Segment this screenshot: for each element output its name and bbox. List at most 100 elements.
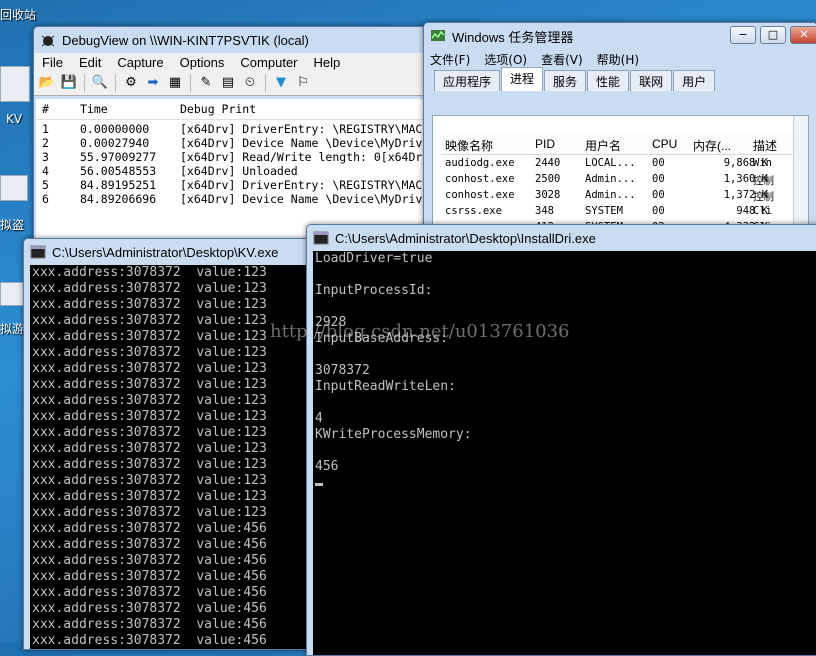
tab-users[interactable]: 用户 [673, 70, 716, 91]
console-line: InputReadWriteLen: [315, 379, 456, 394]
col-memory-header[interactable]: 内存(... [693, 137, 731, 154]
menu-edit[interactable]: Edit [71, 55, 109, 70]
filter-icon[interactable]: ▼ [272, 74, 290, 92]
tab-performance[interactable]: 性能 [587, 70, 630, 91]
console-line: xxx.address:3078372 value:123 [32, 265, 267, 280]
console-line: xxx.address:3078372 value:123 [32, 489, 267, 504]
process-cell-name: audiodg.exe [445, 157, 515, 169]
debugview-menubar: File Edit Capture Options Computer Help [34, 53, 434, 71]
debugview-titlebar[interactable]: DebugView on \\WIN-KINT7PSVTIK (local) [34, 27, 434, 53]
toolbar-separator [190, 74, 191, 92]
menu-help[interactable]: Help [306, 55, 349, 70]
log-cell-n: 6 [42, 192, 49, 206]
console-line: xxx.address:3078372 value:456 [32, 569, 267, 584]
menu-options[interactable]: 选项(O) [484, 51, 527, 68]
log-cell-n: 2 [42, 136, 49, 150]
desktop-icon-label-4[interactable]: 拟游 [0, 320, 24, 337]
process-cell-desc: Win [753, 157, 772, 169]
task-manager-titlebar[interactable]: Windows 任务管理器 [424, 23, 816, 49]
console-line: xxx.address:3078372 value:456 [32, 537, 267, 552]
clock-icon[interactable]: ⏲ [241, 74, 259, 92]
col-number-header[interactable]: # [42, 102, 49, 116]
installdri-console-titlebar[interactable]: C:\Users\Administrator\Desktop\InstallDr… [307, 225, 816, 251]
desktop-icon-recycle-bin-label[interactable]: 回收站 [0, 6, 36, 23]
col-pid-header[interactable]: PID [535, 137, 555, 151]
col-image-name-header[interactable]: 映像名称 [445, 137, 493, 154]
process-cell-pid: 348 [535, 205, 554, 217]
process-cell-user: SYSTEM [585, 205, 623, 217]
log-row[interactable]: 1 0.00000000 [x64Drv] DriverEntry: \REGIST… [36, 122, 434, 136]
console-line: xxx.address:3078372 value:456 [32, 521, 267, 536]
log-row[interactable]: 2 0.00027940 [x64Drv] Device Name \Device\… [36, 136, 434, 150]
log-row[interactable]: 3 55.97009277 [x64Drv] Read/Write length: … [36, 150, 434, 164]
col-debug-print-header[interactable]: Debug Print [180, 102, 256, 116]
console-line: xxx.address:3078372 value:123 [32, 297, 267, 312]
process-row[interactable]: audiodg.exe 2440 LOCAL... 00 9,868 K Win [441, 157, 808, 173]
process-cell-desc: 控制 [753, 191, 774, 203]
log-row[interactable]: 4 56.00548553 [x64Drv] Unloaded [36, 164, 434, 178]
log-row[interactable]: 6 84.89206696 [x64Drv] Device Name \Device… [36, 192, 434, 206]
task-manager-window: Windows 任务管理器 − □ ✕ 文件(F) 选项(O) 查看(V) 帮助… [423, 22, 816, 234]
console-line: xxx.address:3078372 value:123 [32, 393, 267, 408]
col-username-header[interactable]: 用户名 [585, 137, 621, 154]
col-time-header[interactable]: Time [80, 102, 108, 116]
kv-console-titlebar[interactable]: C:\Users\Administrator\Desktop\KV.exe [24, 239, 314, 265]
menu-capture[interactable]: Capture [109, 55, 171, 70]
process-row[interactable]: conhost.exe 3028 Admin... 00 1,372 K 控制 [441, 189, 808, 205]
autoscroll-arrow-icon[interactable]: ➡ [144, 74, 162, 92]
find-icon[interactable]: 🔍 [91, 74, 109, 92]
log-cell-msg: [x64Drv] DriverEntry: \REGISTRY\MAC [180, 178, 423, 192]
open-folder-icon[interactable]: 📂 [38, 74, 56, 92]
console-line: xxx.address:3078372 value:123 [32, 377, 267, 392]
process-list-panel: 映像名称 PID 用户名 CPU 内存(... 描述 audiodg.exe 24… [432, 115, 809, 233]
console-line: xxx.address:3078372 value:456 [32, 601, 267, 616]
minimize-button[interactable]: − [730, 26, 756, 44]
highlight-icon[interactable]: ⚐ [294, 74, 312, 92]
tab-processes[interactable]: 进程 [501, 67, 544, 91]
log-cell-time: 84.89195251 [80, 178, 157, 192]
desktop-icon-kv-label[interactable]: KV [6, 112, 22, 126]
process-table-header: 映像名称 PID 用户名 CPU 内存(... 描述 [441, 134, 808, 155]
process-cell-desc: 控制 [753, 175, 774, 187]
capture-kernel-icon[interactable]: ▦ [166, 74, 184, 92]
tab-services[interactable]: 服务 [544, 70, 587, 91]
log-row[interactable]: 5 84.89195251 [x64Drv] DriverEntry: \REGIS… [36, 178, 434, 192]
task-manager-app-icon [430, 28, 446, 44]
process-row[interactable]: csrss.exe 348 SYSTEM 00 948 K Cli [441, 205, 808, 221]
console-line: xxx.address:3078372 value:123 [32, 441, 267, 456]
menu-file[interactable]: 文件(F) [430, 51, 470, 68]
menu-view[interactable]: 查看(V) [541, 51, 583, 68]
menu-file[interactable]: File [34, 55, 71, 70]
toolbar-separator [84, 74, 85, 92]
kv-app-icon[interactable] [0, 66, 30, 102]
log-cell-n: 5 [42, 178, 49, 192]
log-cell-msg: [x64Drv] Device Name \Device\MyDriv [180, 192, 423, 206]
log-cell-time: 0.00027940 [80, 136, 150, 150]
menu-help[interactable]: 帮助(H) [597, 51, 639, 68]
process-row[interactable]: conhost.exe 2500 Admin... 00 1,360 K 控制 [441, 173, 808, 189]
close-button[interactable]: ✕ [790, 26, 816, 44]
process-cell-cpu: 00 [652, 189, 665, 201]
tab-applications[interactable]: 应用程序 [434, 70, 501, 91]
installdri-console-output[interactable]: LoadDriver=true InputProcessId: 2928 InputB… [313, 251, 816, 655]
maximize-button[interactable]: □ [760, 26, 786, 44]
task-manager-title: Windows 任务管理器 [452, 29, 574, 45]
desktop-icon-label-3[interactable]: 拟盗 [0, 216, 24, 233]
menu-computer[interactable]: Computer [232, 55, 305, 70]
clear-display-icon[interactable]: ▤ [219, 74, 237, 92]
menu-options[interactable]: Options [172, 55, 233, 70]
edit-filter-icon[interactable]: ✎ [197, 74, 215, 92]
col-description-header[interactable]: 描述 [753, 137, 777, 154]
save-icon[interactable]: 💾 [60, 74, 78, 92]
capture-gear-icon[interactable]: ⚙ [122, 74, 140, 92]
desktop-shortcut-icon[interactable] [0, 175, 28, 201]
console-line: xxx.address:3078372 value:456 [32, 617, 267, 632]
process-list-scrollbar[interactable] [793, 116, 808, 232]
col-cpu-header[interactable]: CPU [652, 137, 677, 151]
console-line: LoadDriver=true [315, 251, 433, 266]
process-cell-cpu: 00 [652, 157, 665, 169]
toolbar-separator [115, 74, 116, 92]
tab-networking[interactable]: 联网 [630, 70, 673, 91]
